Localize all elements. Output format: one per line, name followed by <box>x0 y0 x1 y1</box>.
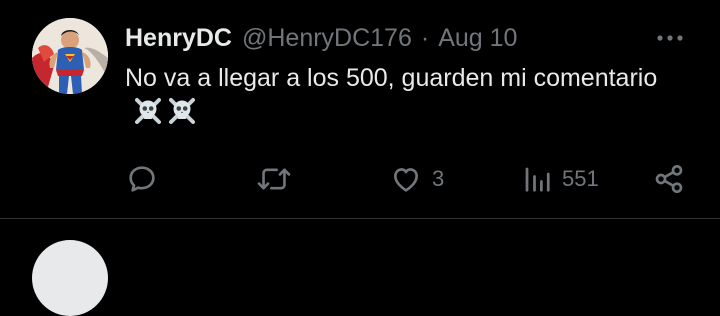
heart-icon <box>394 168 418 192</box>
views-count: 551 <box>562 166 599 191</box>
views-chart-icon <box>525 167 550 192</box>
tweet-header: HenryDC @HenryDC176 · Aug 10 <box>125 22 517 54</box>
like-button[interactable]: 3 <box>390 160 444 198</box>
next-tweet-avatar[interactable] <box>32 240 108 316</box>
display-name[interactable]: HenryDC <box>125 22 232 54</box>
tweet-body: No va a llegar a los 500, guarden mi com… <box>125 64 658 92</box>
tweet[interactable]: HenryDC @HenryDC176 · Aug 10 No va a lle… <box>0 0 720 218</box>
separator-dot: · <box>420 24 430 52</box>
tweet-actions: 3 551 <box>0 160 720 198</box>
tweet-text: No va a llegar a los 500, guarden mi com… <box>125 61 685 129</box>
share-button[interactable] <box>653 160 685 198</box>
user-handle[interactable]: @HenryDC176 <box>242 22 412 54</box>
avatar[interactable] <box>32 18 108 94</box>
tweet-divider <box>0 218 720 219</box>
share-icon <box>655 165 683 193</box>
reply-button[interactable] <box>126 160 168 198</box>
more-options-button[interactable] <box>650 24 690 52</box>
tweet-date[interactable]: Aug 10 <box>438 22 517 54</box>
retweet-icon <box>257 168 291 190</box>
more-horizontal-icon <box>657 35 683 41</box>
views-button[interactable]: 551 <box>522 160 599 198</box>
skull-and-crossbones-icon <box>169 98 195 124</box>
like-count: 3 <box>432 166 445 191</box>
skull-and-crossbones-icon <box>135 98 161 124</box>
retweet-button[interactable] <box>257 160 301 198</box>
reply-icon <box>129 166 155 192</box>
